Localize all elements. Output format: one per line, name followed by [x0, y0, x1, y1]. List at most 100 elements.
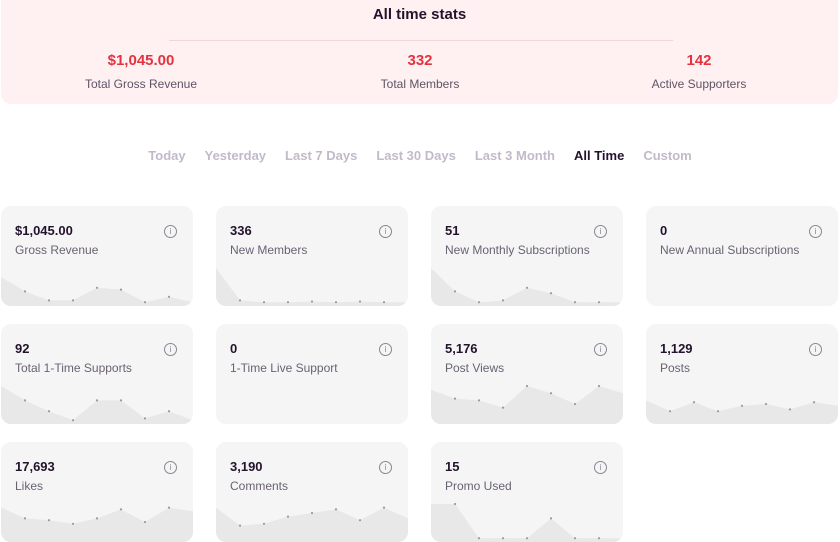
sparkline-point	[143, 417, 147, 420]
stat-label: Total Gross Revenue	[84, 77, 198, 91]
trend-sparkline	[431, 268, 623, 306]
sparkline-point	[668, 410, 672, 413]
sparkline-point	[47, 299, 51, 302]
sparkline-point	[764, 402, 768, 406]
card-label: New Members	[230, 243, 308, 257]
stat-value: $1,045.00	[107, 52, 175, 69]
sparkline-point	[95, 517, 99, 520]
tab-last-30-days[interactable]: Last 30 Days	[376, 148, 456, 163]
stats-title: All time stats	[372, 6, 467, 23]
sparkline-point	[119, 288, 123, 291]
card-label: 1-Time Live Support	[230, 361, 338, 375]
sparkline-point	[382, 301, 386, 304]
card-new-members: 336 New Members i	[216, 206, 408, 306]
sparkline-point	[334, 301, 338, 304]
trend-sparkline	[1, 277, 193, 306]
card-likes: 17,693 Likes i	[1, 442, 193, 542]
stats-divider	[169, 40, 673, 41]
info-icon[interactable]: i	[594, 225, 607, 238]
card-label: Comments	[230, 479, 289, 493]
card-label: New Monthly Subscriptions	[445, 243, 590, 257]
info-icon[interactable]: i	[594, 343, 607, 356]
card-label: Post Views	[445, 361, 505, 375]
sparkline-point	[501, 299, 505, 302]
info-icon[interactable]: i	[594, 461, 607, 474]
trend-sparkline	[431, 384, 623, 424]
info-icon[interactable]: i	[164, 461, 177, 474]
sparkline-area	[1, 277, 193, 306]
sparkline-point	[119, 399, 123, 402]
sparkline-point	[286, 515, 290, 518]
sparkline-point	[23, 290, 27, 293]
sparkline-point	[262, 522, 266, 525]
sparkline-point	[477, 537, 481, 540]
card-new-monthly-subscriptions: 51 New Monthly Subscriptions i	[431, 206, 623, 306]
sparkline-point	[597, 537, 601, 540]
sparkline-point	[453, 397, 457, 400]
sparkline-area	[216, 268, 408, 306]
sparkline-point	[525, 286, 529, 289]
card-label: New Annual Subscriptions	[660, 243, 800, 257]
sparkline-point	[310, 300, 314, 303]
stat-total-members: 332 Total Members	[300, 52, 540, 91]
card-value: 3,190	[230, 459, 263, 474]
sparkline-point	[549, 292, 553, 295]
info-icon[interactable]: i	[164, 343, 177, 356]
card-label: Likes	[15, 479, 44, 493]
sparkline-point	[334, 508, 338, 511]
card-value: 51	[445, 223, 460, 238]
card-value: 0	[230, 341, 238, 356]
sparkline-point	[47, 410, 51, 413]
sparkline-point	[453, 290, 457, 293]
sparkline-point	[740, 404, 744, 407]
sparkline-point	[525, 537, 529, 540]
sparkline-point	[310, 511, 314, 515]
trend-sparkline	[1, 506, 193, 542]
sparkline-point	[23, 399, 27, 402]
sparkline-area	[646, 400, 838, 424]
info-icon[interactable]: i	[164, 225, 177, 238]
card-posts: 1,129 Posts i	[646, 324, 838, 424]
info-icon[interactable]: i	[379, 225, 392, 238]
tab-last-3-month[interactable]: Last 3 Month	[475, 148, 555, 163]
tab-all-time[interactable]: All Time	[574, 148, 624, 163]
sparkline-area	[431, 504, 623, 542]
info-icon[interactable]: i	[809, 343, 822, 356]
sparkline-point	[477, 301, 481, 304]
info-icon[interactable]: i	[379, 343, 392, 356]
tab-last-7-days[interactable]: Last 7 Days	[285, 148, 357, 163]
sparkline-point	[597, 301, 601, 304]
sparkline-point	[549, 517, 553, 520]
tab-today[interactable]: Today	[148, 148, 185, 163]
stat-value: 142	[686, 52, 712, 69]
sparkline-point	[167, 410, 171, 413]
trend-sparkline	[646, 400, 838, 424]
sparkline-point	[47, 519, 51, 522]
sparkline-point	[501, 406, 505, 409]
card-label: Gross Revenue	[15, 243, 99, 257]
stat-label: Active Supporters	[651, 77, 747, 91]
sparkline-point	[71, 419, 75, 422]
tab-yesterday[interactable]: Yesterday	[205, 148, 266, 163]
card-promo-used: 15 Promo Used i	[431, 442, 623, 542]
card-value: $1,045.00	[15, 223, 73, 238]
info-icon[interactable]: i	[379, 461, 392, 474]
tab-custom[interactable]: Custom	[643, 148, 691, 163]
card-post-views: 5,176 Post Views i	[431, 324, 623, 424]
stat-value: 332	[407, 52, 433, 69]
stat-active-supporters: 142 Active Supporters	[579, 52, 819, 91]
sparkline-point	[358, 519, 362, 522]
card-value: 15	[445, 459, 460, 474]
trend-sparkline	[216, 506, 408, 542]
trend-sparkline	[646, 266, 838, 306]
sparkline-point	[238, 299, 242, 302]
sparkline-point	[286, 301, 290, 304]
sparkline-area	[431, 386, 623, 424]
card-new-annual-subscriptions: 0 New Annual Subscriptions i	[646, 206, 838, 306]
sparkline-point	[167, 295, 171, 298]
info-icon[interactable]: i	[809, 225, 822, 238]
sparkline-point	[238, 524, 242, 527]
trend-sparkline	[1, 386, 193, 424]
all-time-stats-panel: All time stats $1,045.00 Total Gross Rev…	[1, 0, 838, 104]
sparkline-point	[358, 300, 362, 303]
